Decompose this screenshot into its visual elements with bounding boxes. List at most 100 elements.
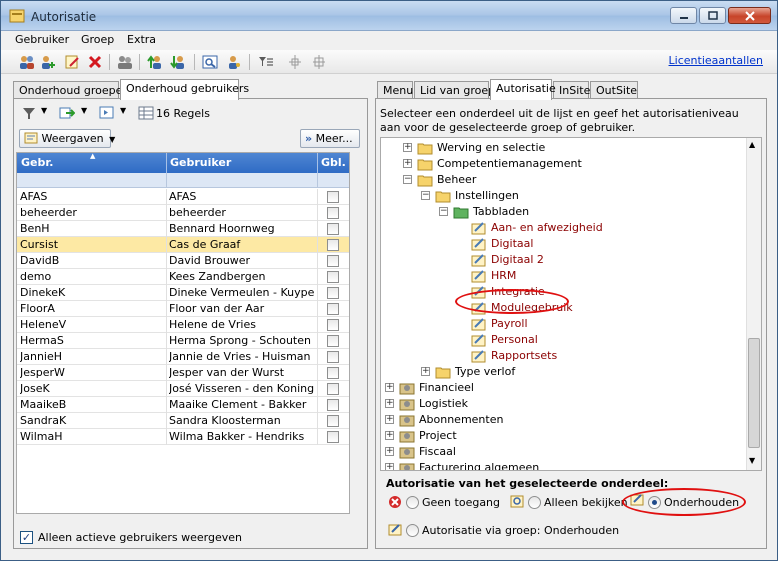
tree-node[interactable]: + Facturering algemeen: [385, 460, 741, 470]
menu-gebruiker[interactable]: Gebruiker: [15, 33, 69, 46]
gbl-checkbox[interactable]: [327, 335, 339, 347]
radio-alleen-bekijken[interactable]: [528, 496, 541, 509]
expand-icon[interactable]: +: [403, 159, 412, 168]
menu-extra[interactable]: Extra: [127, 33, 156, 46]
label-alleen-bekijken[interactable]: Alleen bekijken: [544, 496, 628, 509]
gbl-checkbox[interactable]: [327, 351, 339, 363]
tree-node[interactable]: Aan- en afwezigheid: [457, 220, 741, 236]
preview-button[interactable]: [201, 53, 219, 71]
table-row[interactable]: DinekeK Dineke Vermeulen - Kuypers: [17, 285, 349, 301]
grid-scrollbar[interactable]: [351, 152, 365, 514]
gbl-checkbox[interactable]: [327, 415, 339, 427]
collapse-button[interactable]: [286, 53, 304, 71]
tree-node[interactable]: − Tabbladen: [439, 204, 741, 220]
table-row[interactable]: JannieH Jannie de Vries - Huisman: [17, 349, 349, 365]
gbl-checkbox[interactable]: [327, 367, 339, 379]
tree-node[interactable]: Rapportsets: [457, 348, 741, 364]
table-row[interactable]: MaaikeB Maaike Clement - Bakker: [17, 397, 349, 413]
table-row[interactable]: JesperW Jesper van der Wurst: [17, 365, 349, 381]
tab-menu[interactable]: Menu: [377, 81, 413, 99]
tab-outsite[interactable]: OutSite: [590, 81, 638, 99]
gbl-checkbox[interactable]: [327, 255, 339, 267]
gbl-checkbox[interactable]: [327, 383, 339, 395]
users-button[interactable]: [18, 53, 36, 71]
weergaven-button[interactable]: Weergaven ▼: [19, 129, 115, 148]
tree-node[interactable]: + Type verlof: [421, 364, 741, 380]
gbl-checkbox[interactable]: [327, 319, 339, 331]
gbl-checkbox[interactable]: [327, 223, 339, 235]
gbl-checkbox[interactable]: [327, 303, 339, 315]
gbl-checkbox[interactable]: [327, 207, 339, 219]
meer-button[interactable]: » Meer...: [300, 129, 360, 148]
expand-button[interactable]: [310, 53, 328, 71]
tab-onderhoud-gebruikers[interactable]: Onderhoud gebruikers: [120, 79, 249, 100]
scroll-down-icon[interactable]: ▼: [749, 456, 755, 465]
move-up-button[interactable]: [146, 53, 164, 71]
col-gebr[interactable]: Gebr.: [21, 156, 53, 169]
gbl-checkbox[interactable]: [327, 239, 339, 251]
table-row[interactable]: SandraK Sandra Kloosterman: [17, 413, 349, 429]
move-down-button[interactable]: [169, 53, 187, 71]
view-dropdown-icon[interactable]: ▼: [120, 106, 126, 115]
user-rights-button[interactable]: [224, 53, 242, 71]
menu-groep[interactable]: Groep: [81, 33, 114, 46]
label-geen-toegang[interactable]: Geen toegang: [422, 496, 500, 509]
export-dropdown-icon[interactable]: ▼: [81, 106, 87, 115]
scroll-thumb[interactable]: [748, 338, 760, 448]
tree-node[interactable]: Digitaal 2: [457, 252, 741, 268]
user-add-button[interactable]: [39, 53, 57, 71]
table-row[interactable]: JoseK José Visseren - den Koning: [17, 381, 349, 397]
table-row[interactable]: DavidB David Brouwer: [17, 253, 349, 269]
col-gbl[interactable]: Gbl.: [321, 156, 346, 169]
gbl-checkbox[interactable]: [327, 287, 339, 299]
tree-node[interactable]: + Competentiemanagement: [403, 156, 741, 172]
collapse-icon[interactable]: −: [421, 191, 430, 200]
tab-insite[interactable]: InSite: [553, 81, 590, 99]
tree-node[interactable]: HRM: [457, 268, 741, 284]
expand-icon[interactable]: +: [385, 383, 394, 392]
expand-icon[interactable]: +: [403, 143, 412, 152]
tree-node[interactable]: Personal: [457, 332, 741, 348]
tab-autorisatie[interactable]: Autorisatie: [490, 79, 556, 100]
gbl-checkbox[interactable]: [327, 271, 339, 283]
table-row[interactable]: FloorA Floor van der Aar: [17, 301, 349, 317]
tree-node[interactable]: Digitaal: [457, 236, 741, 252]
tree-node[interactable]: + Project: [385, 428, 741, 444]
collapse-icon[interactable]: −: [439, 207, 448, 216]
minimize-button[interactable]: [670, 7, 697, 24]
table-row[interactable]: BenH Bennard Hoornweg: [17, 221, 349, 237]
tree-node[interactable]: Payroll: [457, 316, 741, 332]
col-gebruiker[interactable]: Gebruiker: [170, 156, 231, 169]
gbl-checkbox[interactable]: [327, 399, 339, 411]
table-row[interactable]: demo Kees Zandbergen: [17, 269, 349, 285]
tree-node[interactable]: − Instellingen: [421, 188, 741, 204]
group-button[interactable]: [116, 53, 134, 71]
expand-icon[interactable]: +: [385, 463, 394, 470]
expand-icon[interactable]: +: [385, 399, 394, 408]
scroll-up-icon[interactable]: ▲: [749, 140, 755, 149]
export-button[interactable]: [58, 104, 76, 122]
tree-node[interactable]: + Logistiek: [385, 396, 741, 412]
table-row[interactable]: beheerder beheerder: [17, 205, 349, 221]
radio-geen-toegang[interactable]: [406, 496, 419, 509]
tree-node[interactable]: + Financieel: [385, 380, 741, 396]
license-link[interactable]: Licentieaantallen: [669, 54, 763, 67]
filter-dropdown-icon[interactable]: ▼: [41, 106, 47, 115]
expand-icon[interactable]: +: [385, 447, 394, 456]
tab-lid-van-groep[interactable]: Lid van groep: [414, 81, 495, 99]
tree-node[interactable]: + Fiscaal: [385, 444, 741, 460]
view-button[interactable]: [98, 104, 116, 122]
tree-node[interactable]: − Beheer: [403, 172, 741, 188]
grid-filter-row[interactable]: [17, 173, 349, 188]
expand-icon[interactable]: +: [385, 415, 394, 424]
radio-via-groep[interactable]: [406, 524, 419, 537]
filter-button[interactable]: [20, 104, 38, 122]
filter-list-button[interactable]: [257, 53, 275, 71]
table-row[interactable]: HeleneV Helene de Vries: [17, 317, 349, 333]
gbl-checkbox[interactable]: [327, 431, 339, 443]
tree-node[interactable]: + Abonnementen: [385, 412, 741, 428]
edit-button[interactable]: [63, 53, 81, 71]
close-button[interactable]: [728, 7, 771, 24]
expand-icon[interactable]: +: [385, 431, 394, 440]
maximize-button[interactable]: [699, 7, 726, 24]
